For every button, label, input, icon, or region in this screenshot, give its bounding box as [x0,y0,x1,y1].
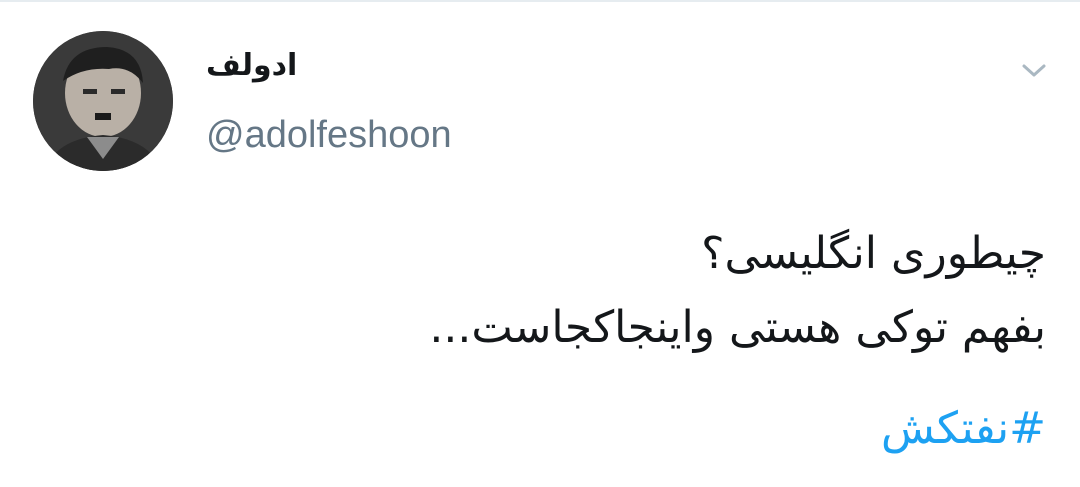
tweet-text: چیطوری انگلیسی؟ بفهم توکی هستی واینجاکجا… [146,217,1046,365]
author-display-name[interactable]: ادولف [206,48,297,83]
chevron-down-icon[interactable] [1018,58,1050,82]
tweet-text-line: چیطوری انگلیسی؟ [701,228,1046,279]
top-divider [0,0,1080,2]
profile-photo-icon [33,31,173,171]
author-handle[interactable]: @adolfeshoon [206,114,452,157]
hashtag-link[interactable]: #نفتکش [881,392,1046,466]
tweet-text-line: بفهم توکی هستی واینجاکجاست... [429,302,1046,353]
author-avatar[interactable] [33,31,173,171]
